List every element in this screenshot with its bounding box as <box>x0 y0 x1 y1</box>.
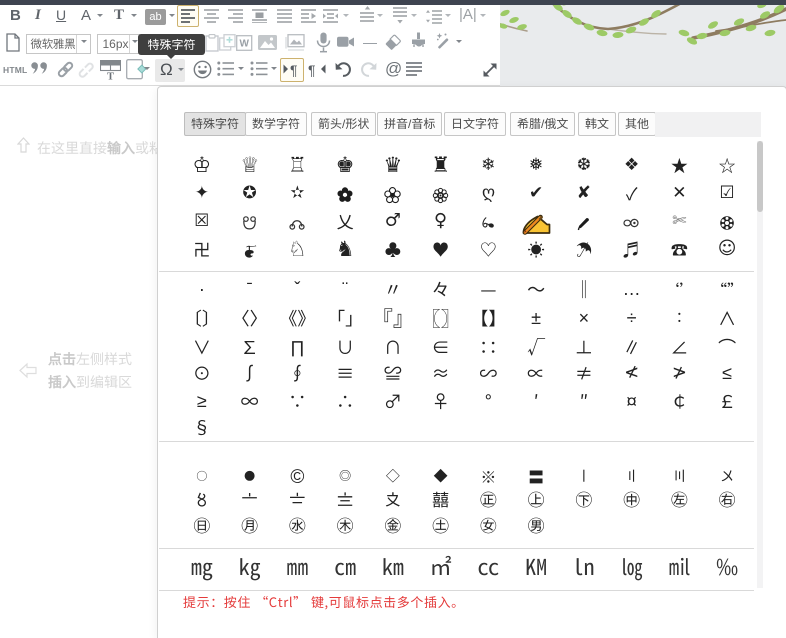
svg-text:¶: ¶ <box>290 62 298 77</box>
svg-text:W: W <box>239 39 249 50</box>
svg-text:T: T <box>107 72 114 81</box>
svg-text:¶: ¶ <box>308 62 316 77</box>
